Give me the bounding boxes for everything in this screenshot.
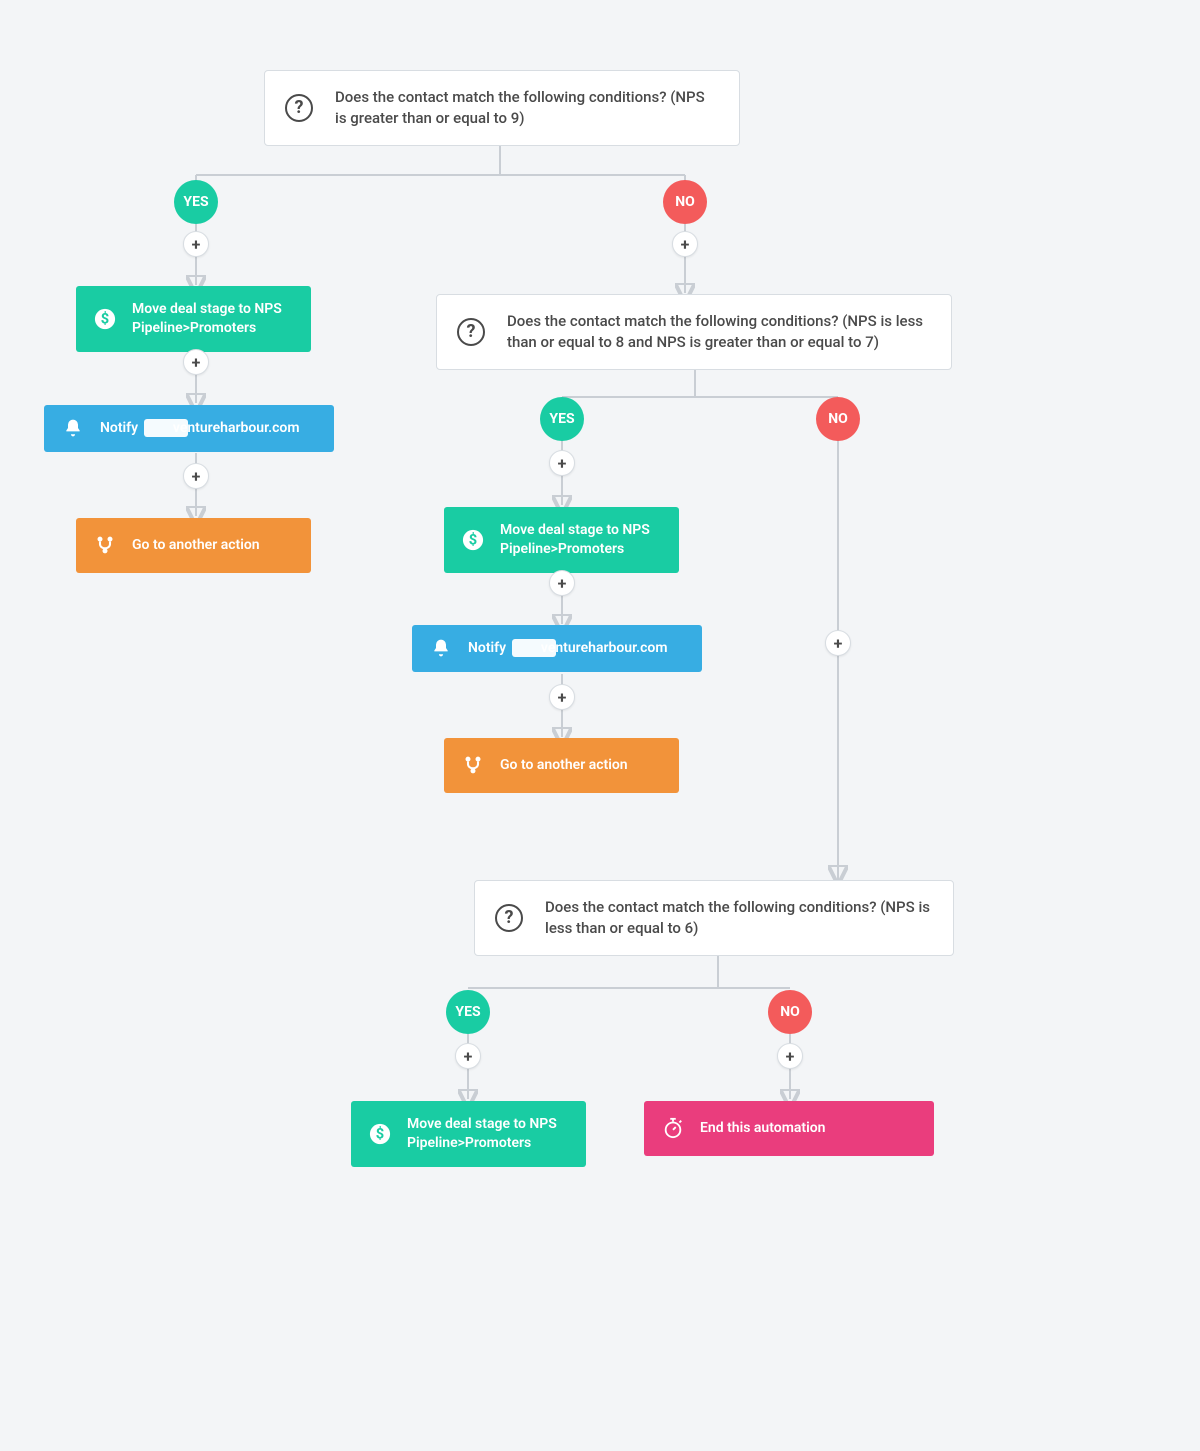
branch-label: YES (455, 1004, 480, 1020)
question-icon: ? (285, 94, 313, 122)
svg-text:$: $ (376, 1124, 384, 1142)
branch-no[interactable]: NO (816, 397, 860, 441)
branch-label: YES (549, 411, 574, 427)
condition-text: Does the contact match the following con… (335, 87, 719, 129)
condition-card[interactable]: ? Does the contact match the following c… (436, 294, 952, 370)
action-label: Notify ventureharbour.com (100, 419, 300, 438)
branch-label: NO (675, 194, 695, 210)
add-step-button[interactable]: + (549, 570, 575, 596)
add-step-button[interactable]: + (183, 231, 209, 257)
redaction-mask (512, 639, 556, 657)
action-label: Go to another action (132, 536, 260, 555)
branch-no[interactable]: NO (768, 990, 812, 1034)
action-notify[interactable]: Notify ventureharbour.com (412, 625, 702, 672)
bell-icon (428, 635, 454, 661)
action-goto[interactable]: Go to another action (444, 738, 679, 793)
add-step-button[interactable]: + (455, 1043, 481, 1069)
add-step-button[interactable]: + (549, 684, 575, 710)
action-label: Go to another action (500, 756, 628, 775)
branch-yes[interactable]: YES (174, 180, 218, 224)
branch-label: NO (780, 1004, 800, 1020)
action-move-deal[interactable]: $ Move deal stage to NPS Pipeline>Promot… (444, 507, 679, 573)
action-label: Move deal stage to NPS Pipeline>Promoter… (407, 1115, 568, 1153)
branch-yes[interactable]: YES (540, 397, 584, 441)
question-icon: ? (457, 318, 485, 346)
action-goto[interactable]: Go to another action (76, 518, 311, 573)
redaction-mask (144, 419, 188, 437)
svg-text:$: $ (469, 530, 477, 548)
svg-text:$: $ (101, 309, 109, 327)
action-end-automation[interactable]: End this automation (644, 1101, 934, 1156)
add-step-button[interactable]: + (549, 450, 575, 476)
condition-text: Does the contact match the following con… (545, 897, 933, 939)
stopwatch-icon (660, 1115, 686, 1141)
question-icon: ? (495, 904, 523, 932)
branch-label: YES (183, 194, 208, 210)
bell-icon (60, 415, 86, 441)
branch-label: NO (828, 411, 848, 427)
branch-icon (92, 532, 118, 558)
action-label: End this automation (700, 1119, 825, 1138)
action-notify[interactable]: Notify ventureharbour.com (44, 405, 334, 452)
condition-card[interactable]: ? Does the contact match the following c… (264, 70, 740, 146)
dollar-icon: $ (460, 527, 486, 553)
condition-text: Does the contact match the following con… (507, 311, 931, 353)
action-label: Move deal stage to NPS Pipeline>Promoter… (500, 521, 661, 559)
add-step-button[interactable]: + (183, 463, 209, 489)
action-label: Notify ventureharbour.com (468, 639, 668, 658)
add-step-button[interactable]: + (777, 1043, 803, 1069)
action-move-deal[interactable]: $ Move deal stage to NPS Pipeline>Promot… (351, 1101, 586, 1167)
condition-card[interactable]: ? Does the contact match the following c… (474, 880, 954, 956)
dollar-icon: $ (367, 1121, 393, 1147)
add-step-button[interactable]: + (183, 349, 209, 375)
action-move-deal[interactable]: $ Move deal stage to NPS Pipeline>Promot… (76, 286, 311, 352)
branch-no[interactable]: NO (663, 180, 707, 224)
branch-icon (460, 752, 486, 778)
branch-yes[interactable]: YES (446, 990, 490, 1034)
add-step-button[interactable]: + (672, 231, 698, 257)
action-label: Move deal stage to NPS Pipeline>Promoter… (132, 300, 293, 338)
dollar-icon: $ (92, 306, 118, 332)
add-step-button[interactable]: + (825, 630, 851, 656)
